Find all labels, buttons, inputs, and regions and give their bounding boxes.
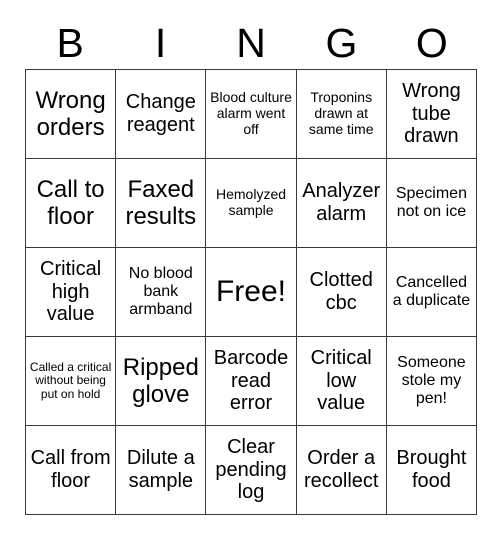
bingo-cell-label: Brought food (396, 447, 467, 492)
bingo-cell-label: Faxed results (125, 175, 197, 230)
bingo-cell[interactable]: Clotted cbc (296, 248, 387, 337)
bingo-cell-label: Analyzer alarm (302, 180, 381, 225)
bingo-row: Wrong orders Change reagent Blood cultur… (26, 70, 478, 159)
bingo-card: B I N G O Wrong orders Change reagent Bl… (0, 0, 500, 544)
bingo-cell[interactable]: Critical high value (26, 248, 117, 337)
bingo-cell-label: Wrong orders (35, 86, 106, 141)
bingo-cell[interactable]: Brought food (386, 426, 478, 515)
bingo-cell-label: Critical high value (40, 258, 102, 326)
bingo-cell[interactable]: Specimen not on ice (386, 159, 478, 248)
bingo-cell-label: Called a critical without being put on h… (29, 359, 112, 401)
header-letter-b: B (56, 19, 84, 66)
bingo-cell[interactable]: Call to floor (26, 159, 117, 248)
bingo-cell-label: Barcode read error (213, 347, 289, 415)
bingo-cell[interactable]: No blood bank armband (116, 248, 207, 337)
bingo-cell[interactable]: Change reagent (116, 70, 207, 159)
header-letter-n: N (236, 19, 266, 66)
bingo-cell-label: Critical low value (310, 347, 372, 415)
header-letter-g: G (325, 19, 358, 66)
bingo-cell-label: Cancelled a duplicate (392, 273, 471, 309)
bingo-cell[interactable]: Someone stole my pen! (386, 337, 478, 426)
bingo-cell[interactable]: Clear pending log (206, 426, 297, 515)
bingo-cell-label: Wrong tube drawn (402, 80, 461, 148)
bingo-cell[interactable]: Blood culture alarm went off (206, 70, 297, 159)
bingo-cell[interactable]: Call from floor (26, 426, 117, 515)
bingo-cell[interactable]: Faxed results (116, 159, 207, 248)
bingo-cell[interactable]: Called a critical without being put on h… (26, 337, 117, 426)
bingo-cell-free[interactable]: Free! (206, 248, 297, 337)
bingo-row: Called a critical without being put on h… (26, 337, 478, 426)
bingo-row: Critical high value No blood bank armban… (26, 248, 478, 337)
bingo-cell[interactable]: Ripped glove (116, 337, 207, 426)
bingo-cell[interactable]: Analyzer alarm (296, 159, 387, 248)
bingo-cell[interactable]: Dilute a sample (116, 426, 207, 515)
bingo-header: B I N G O (25, 18, 477, 68)
bingo-cell-label: Change reagent (125, 91, 196, 136)
bingo-cell-label: No blood bank armband (128, 264, 193, 319)
header-letter-i: I (154, 19, 167, 66)
bingo-cell-label: Blood culture alarm went off (210, 89, 292, 137)
bingo-cell-label: Dilute a sample (126, 447, 195, 492)
header-letter-o: O (415, 19, 448, 66)
bingo-cell-label: Order a recollect (303, 447, 379, 492)
bingo-cell[interactable]: Troponins drawn at same time (296, 70, 387, 159)
bingo-cell[interactable]: Hemolyzed sample (206, 159, 297, 248)
bingo-cell-label: Hemolyzed sample (215, 186, 287, 218)
bingo-cell[interactable]: Order a recollect (296, 426, 387, 515)
bingo-cell-label: Ripped glove (122, 353, 199, 408)
bingo-cell-label: Troponins drawn at same time (308, 89, 374, 137)
bingo-cell-label: Call to floor (36, 175, 105, 230)
bingo-row: Call from floor Dilute a sample Clear pe… (26, 426, 478, 515)
bingo-cell-label: Call from floor (30, 447, 111, 492)
bingo-grid: Wrong orders Change reagent Blood cultur… (25, 69, 478, 515)
bingo-cell[interactable]: Wrong tube drawn (386, 70, 478, 159)
bingo-cell[interactable]: Wrong orders (26, 70, 117, 159)
bingo-cell-label: Clear pending log (215, 436, 287, 504)
bingo-cell[interactable]: Critical low value (296, 337, 387, 426)
bingo-cell-label: Clotted cbc (309, 269, 373, 314)
bingo-cell[interactable]: Barcode read error (206, 337, 297, 426)
bingo-cell-label: Free! (215, 275, 287, 309)
bingo-row: Call to floor Faxed results Hemolyzed sa… (26, 159, 478, 248)
bingo-cell-label: Someone stole my pen! (397, 353, 466, 408)
bingo-cell-label: Specimen not on ice (395, 184, 467, 220)
bingo-cell[interactable]: Cancelled a duplicate (386, 248, 478, 337)
